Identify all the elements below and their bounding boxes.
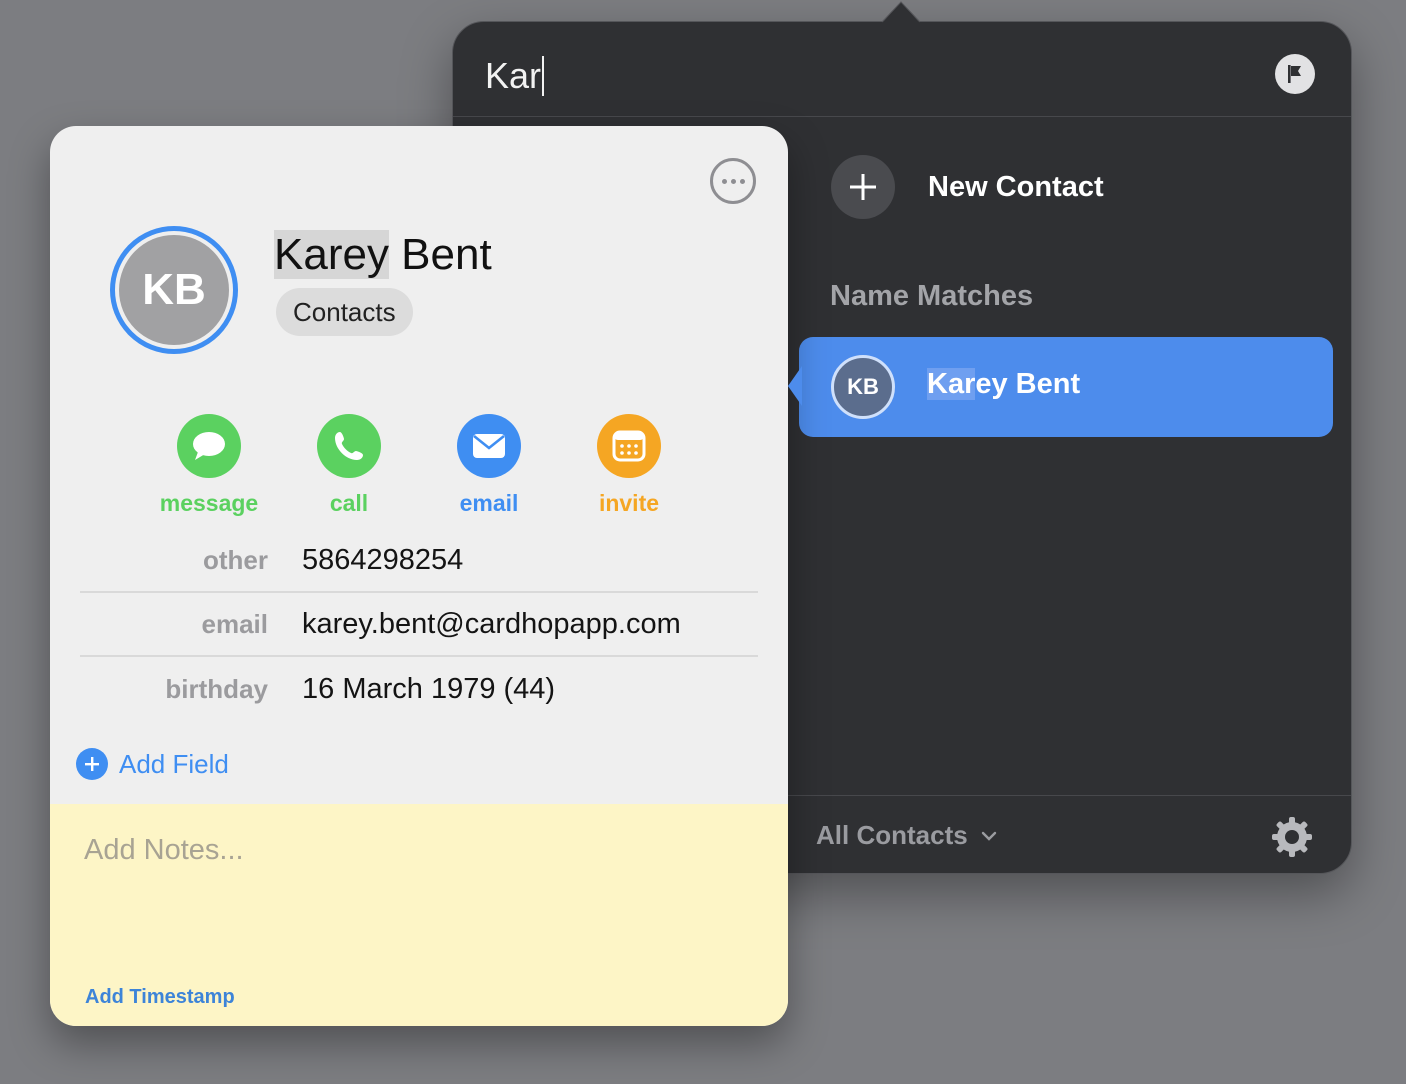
action-label: message (159, 490, 259, 516)
field-value[interactable]: 16 March 1979 (44) (302, 673, 555, 706)
result-item-karey-bent[interactable]: KB Karey Bent (799, 337, 1333, 437)
invite-button[interactable]: invite (559, 414, 699, 517)
action-label: invite (598, 490, 660, 516)
more-options-icon[interactable] (710, 158, 756, 204)
name-matches-heading: Name Matches (830, 280, 1034, 312)
call-button[interactable]: call (279, 414, 419, 517)
text-caret (542, 56, 545, 96)
contacts-scope-dropdown[interactable]: All Contacts (816, 820, 998, 851)
avatar-initials: KB (847, 374, 879, 399)
search-input[interactable]: Kar (485, 54, 545, 98)
flag-icon[interactable] (1275, 54, 1315, 94)
message-button[interactable]: message (139, 414, 279, 517)
message-bubble-icon (177, 414, 241, 478)
result-name: Karey Bent (927, 368, 1080, 401)
field-value[interactable]: 5864298254 (302, 544, 463, 577)
field-row-email[interactable]: email karey.bent@cardhopapp.com (80, 593, 758, 657)
group-badge[interactable]: Contacts (276, 288, 413, 336)
field-value[interactable]: karey.bent@cardhopapp.com (302, 608, 681, 641)
search-query-text: Kar (485, 55, 542, 96)
contact-name-rest: Bent (388, 230, 492, 279)
chevron-down-icon (981, 831, 996, 841)
add-timestamp-button[interactable]: Add Timestamp (85, 986, 235, 1009)
match-highlight: Kar (927, 368, 976, 400)
new-contact-label: New Contact (928, 170, 1104, 203)
gear-icon[interactable] (1270, 815, 1314, 859)
field-label: other (203, 545, 268, 575)
action-label: email (459, 490, 519, 516)
plus-icon (831, 155, 895, 219)
contact-name[interactable]: Karey Bent (274, 228, 492, 282)
new-contact-button[interactable]: New Contact (831, 155, 1104, 219)
phone-icon (317, 414, 381, 478)
scope-label: All Contacts (816, 820, 968, 850)
name-highlight: Karey (274, 230, 389, 279)
popover-arrow (882, 1, 920, 23)
calendar-icon (597, 414, 661, 478)
contact-card: KB Karey Bent Contacts message call emai… (50, 126, 788, 1026)
action-label: call (329, 490, 369, 516)
notes-placeholder[interactable]: Add Notes... (84, 834, 244, 867)
field-row-birthday[interactable]: birthday 16 March 1979 (44) (80, 658, 758, 722)
field-row-phone[interactable]: other 5864298254 (80, 529, 758, 593)
avatar[interactable]: KB (110, 226, 238, 354)
result-name-rest: ey Bent (975, 368, 1081, 400)
card-pointer (788, 366, 802, 406)
field-label: email (201, 609, 269, 639)
avatar-initials: KB (142, 265, 206, 314)
avatar: KB (831, 355, 895, 419)
email-button[interactable]: email (419, 414, 559, 517)
search-bar[interactable]: Kar (453, 22, 1351, 117)
add-field-label: Add Field (119, 748, 229, 779)
notes-area[interactable]: Add Notes... Add Timestamp (50, 804, 788, 1026)
add-field-button[interactable]: Add Field (76, 748, 229, 780)
envelope-icon (457, 414, 521, 478)
field-label: birthday (165, 674, 268, 704)
plus-icon (76, 748, 108, 780)
